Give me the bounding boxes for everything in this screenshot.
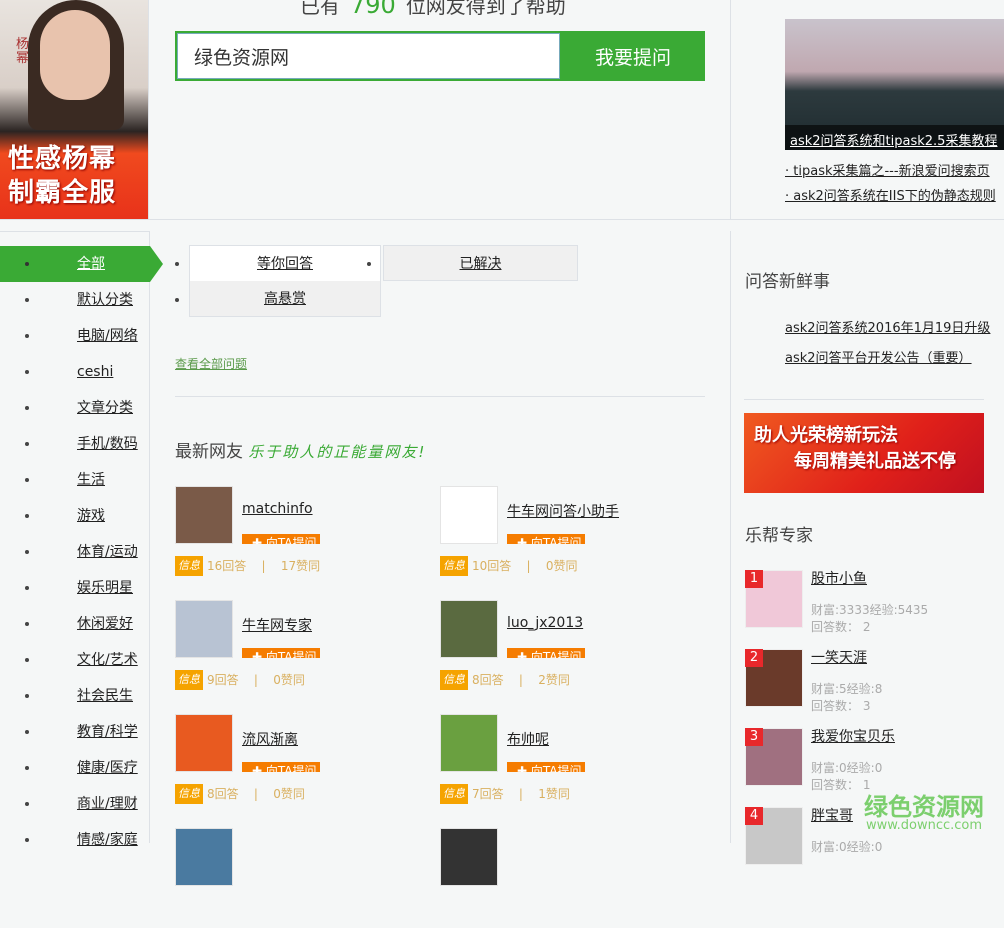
sidebar-item[interactable]: 社会民生 bbox=[0, 678, 150, 714]
ask-user-button[interactable]: ✚ 向TA提问 bbox=[507, 648, 585, 658]
expert-item: 2 一笑天涯 财富:5经验:8 回答数： 3 bbox=[745, 649, 1004, 719]
expert-name-link[interactable]: 我爱你宝贝乐 bbox=[811, 726, 895, 746]
user-avatar[interactable] bbox=[440, 486, 498, 544]
sidebar-item[interactable]: 教育/科学 bbox=[0, 714, 150, 750]
sidebar-item[interactable]: 默认分类 bbox=[0, 282, 150, 318]
sidebar-item[interactable]: 文化/艺术 bbox=[0, 642, 150, 678]
announcement-link[interactable]: ask2问答系统2016年1月19日升级 bbox=[785, 317, 1004, 336]
user-name-link[interactable]: 牛车网问答小助手 bbox=[507, 501, 619, 521]
user-card: 布帅呢 ✚ 向TA提问信息 7回答 | 1赞同 bbox=[440, 714, 700, 814]
ask-user-button[interactable]: ✚ 向TA提问 bbox=[507, 534, 585, 544]
search-bar: 我要提问 bbox=[175, 31, 705, 81]
user-card: 牛车网专家 ✚ 向TA提问信息 9回答 | 0赞同 bbox=[175, 600, 435, 700]
tab-waiting[interactable]: 等你回答 bbox=[189, 245, 381, 281]
sidebar-item[interactable]: 商业/理财 bbox=[0, 786, 150, 822]
rank-badge: 3 bbox=[745, 728, 763, 746]
rank-badge: 1 bbox=[745, 570, 763, 588]
user-stats: 16回答 | 17赞同 bbox=[207, 559, 321, 573]
rank-badge: 2 bbox=[745, 649, 763, 667]
news-title: 问答新鲜事 bbox=[745, 272, 830, 292]
expert-name-link[interactable]: 股市小鱼 bbox=[811, 568, 867, 588]
announcement-link[interactable]: ask2问答平台开发公告（重要） bbox=[785, 347, 972, 366]
rank-badge: 4 bbox=[745, 807, 763, 825]
users-section-title: 最新网友 乐于助人的正能量网友! bbox=[175, 442, 427, 462]
experts-title: 乐帮专家 bbox=[745, 526, 813, 546]
user-stats: 9回答 | 0赞同 bbox=[207, 673, 305, 687]
user-stats: 7回答 | 1赞同 bbox=[472, 787, 570, 801]
sidebar-item[interactable]: 体育/运动 bbox=[0, 534, 150, 570]
user-name-link[interactable]: 布帅呢 bbox=[507, 729, 549, 749]
user-card: matchinfo ✚ 向TA提问信息 16回答 | 17赞同 bbox=[175, 486, 435, 586]
expert-name-link[interactable]: 胖宝哥 bbox=[811, 805, 853, 825]
ask-user-button[interactable]: ✚ 向TA提问 bbox=[242, 648, 320, 658]
user-avatar[interactable] bbox=[175, 486, 233, 544]
category-sidebar: 全部 默认分类 电脑/网络 ceshi 文章分类 手机/数码 生活 游戏 体育/运动 娱乐明星 休闲… bbox=[0, 231, 163, 848]
info-badge[interactable]: 信息 bbox=[440, 670, 468, 690]
info-badge[interactable]: 信息 bbox=[175, 556, 203, 576]
info-badge[interactable]: 信息 bbox=[175, 784, 203, 804]
user-card: 牛车网问答小助手 ✚ 向TA提问信息 10回答 | 0赞同 bbox=[440, 486, 700, 586]
help-stat: 已有 790 位网友得到了帮助 bbox=[300, 0, 566, 19]
user-card: 流风渐离 ✚ 向TA提问信息 8回答 | 0赞同 bbox=[175, 714, 435, 814]
user-stats: 8回答 | 0赞同 bbox=[207, 787, 305, 801]
expert-item: 1 股市小鱼 财富:3333经验:5435 回答数： 2 bbox=[745, 570, 1004, 640]
sidebar-item[interactable]: 手机/数码 bbox=[0, 426, 150, 462]
user-avatar[interactable] bbox=[175, 600, 233, 658]
user-card bbox=[440, 828, 700, 928]
user-name-link[interactable]: matchinfo bbox=[242, 501, 313, 517]
sidebar-item[interactable]: 健康/医疗 bbox=[0, 750, 150, 786]
sidebar-item[interactable]: 情感/家庭 bbox=[0, 822, 150, 858]
news-link[interactable]: · tipask采集篇之---新浪爱问搜索页 bbox=[785, 160, 1004, 179]
user-avatar[interactable] bbox=[175, 828, 233, 886]
tab-high-reward[interactable]: 高悬赏 bbox=[189, 281, 381, 317]
user-name-link[interactable]: 牛车网专家 bbox=[242, 615, 312, 635]
promo-banner-image[interactable]: 杨幂 性感杨幂 制霸全服 bbox=[0, 0, 149, 219]
watermark: 绿色资源网 www.downcc.com bbox=[864, 793, 984, 833]
info-badge[interactable]: 信息 bbox=[175, 670, 203, 690]
ask-user-button[interactable]: ✚ 向TA提问 bbox=[242, 762, 320, 772]
ask-user-button[interactable]: ✚ 向TA提问 bbox=[242, 534, 320, 544]
ask-question-button[interactable]: 我要提问 bbox=[561, 31, 705, 81]
search-input[interactable] bbox=[177, 33, 560, 79]
sidebar-item[interactable]: 休闲爱好 bbox=[0, 606, 150, 642]
info-badge[interactable]: 信息 bbox=[440, 556, 468, 576]
user-name-link[interactable]: 流风渐离 bbox=[242, 729, 298, 749]
user-avatar[interactable] bbox=[175, 714, 233, 772]
user-stats: 10回答 | 0赞同 bbox=[472, 559, 578, 573]
news-link[interactable]: · ask2问答系统在IIS下的伪静态规则 bbox=[785, 185, 1004, 204]
sidebar-item[interactable]: 文章分类 bbox=[0, 390, 150, 426]
ask-user-button[interactable]: ✚ 向TA提问 bbox=[507, 762, 585, 772]
user-avatar[interactable] bbox=[440, 828, 498, 886]
top-section: 杨幂 性感杨幂制霸全服 已有790位网友得到了帮助 我要提问 ask2问答系统和… bbox=[0, 0, 1004, 220]
user-avatar[interactable] bbox=[440, 600, 498, 658]
user-card: luo_jx2013 ✚ 向TA提问信息 8回答 | 2赞同 bbox=[440, 600, 700, 700]
slide-caption-link[interactable]: ask2问答系统和tipask2.5采集教程 bbox=[790, 134, 997, 149]
tab-solved[interactable]: 已解决 bbox=[383, 245, 578, 281]
user-avatar[interactable] bbox=[440, 714, 498, 772]
user-name-link[interactable]: luo_jx2013 bbox=[507, 615, 583, 631]
sidebar-item[interactable]: 游戏 bbox=[0, 498, 150, 534]
expert-name-link[interactable]: 一笑天涯 bbox=[811, 647, 867, 667]
sidebar-item[interactable]: 娱乐明星 bbox=[0, 570, 150, 606]
sidebar-item[interactable]: ceshi bbox=[0, 354, 150, 390]
news-slideshow[interactable]: ask2问答系统和tipask2.5采集教程 bbox=[785, 19, 1004, 150]
divider bbox=[175, 396, 705, 397]
info-badge[interactable]: 信息 bbox=[440, 784, 468, 804]
view-all-questions-link[interactable]: 查看全部问题 bbox=[175, 355, 247, 372]
sidebar-item[interactable]: 生活 bbox=[0, 462, 150, 498]
sidebar-item[interactable]: 全部 bbox=[0, 246, 163, 282]
user-card bbox=[175, 828, 435, 928]
sidebar-item[interactable]: 电脑/网络 bbox=[0, 318, 150, 354]
promo-banner[interactable]: 助人光荣榜新玩法 每周精美礼品送不停 bbox=[744, 413, 984, 493]
user-stats: 8回答 | 2赞同 bbox=[472, 673, 570, 687]
